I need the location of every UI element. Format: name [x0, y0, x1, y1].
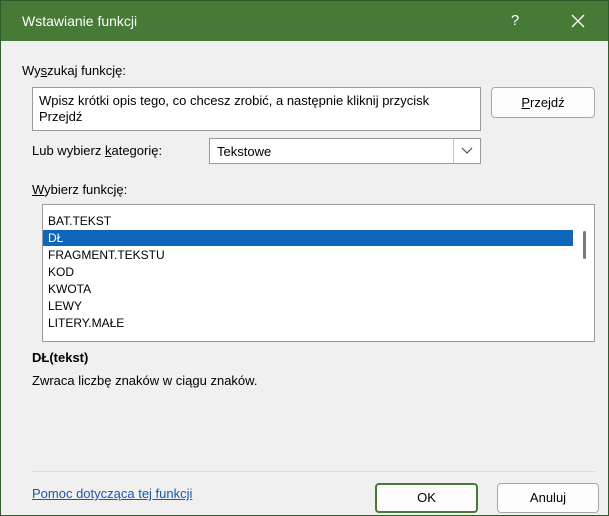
help-icon: ?: [510, 12, 520, 29]
chevron-down-icon: [461, 147, 473, 154]
insert-function-dialog: Wstawianie funkcji ? Wyszukaj funkcję: W…: [0, 0, 609, 516]
close-icon: [571, 14, 585, 28]
list-item[interactable]: FRAGMENT.TEKSTU: [43, 247, 573, 263]
list-item[interactable]: BAT.TEKST: [43, 213, 573, 229]
help-button[interactable]: ?: [495, 1, 535, 41]
cancel-button[interactable]: Anuluj: [497, 483, 599, 513]
function-description: Zwraca liczbę znaków w ciągu znaków.: [32, 373, 258, 388]
scrollbar-thumb[interactable]: [583, 231, 586, 259]
category-selected-value: Tekstowe: [217, 144, 272, 159]
list-item[interactable]: DŁ: [43, 230, 573, 246]
divider: [32, 471, 595, 472]
title-bar: Wstawianie funkcji ?: [1, 1, 608, 41]
search-label: Wyszukaj funkcję:: [22, 63, 126, 78]
close-button[interactable]: [555, 1, 601, 41]
functions-label: Wybierz funkcję:: [32, 182, 128, 197]
window-title: Wstawianie funkcji: [22, 13, 138, 29]
list-item[interactable]: LITERY.MAŁE: [43, 315, 573, 331]
go-button[interactable]: Przejdź: [491, 87, 595, 118]
search-input[interactable]: Wpisz krótki opis tego, co chcesz zrobić…: [32, 87, 481, 131]
list-item[interactable]: KWOTA: [43, 281, 573, 297]
dropdown-button[interactable]: [453, 139, 480, 163]
scrollbar[interactable]: [576, 205, 594, 341]
function-list[interactable]: BAT.TEKST DŁ FRAGMENT.TEKSTU KOD KWOTA LEWY LI…: [42, 204, 595, 342]
category-label: Lub wybierz kategorię:: [32, 143, 163, 158]
list-item[interactable]: LEWY: [43, 298, 573, 314]
list-item[interactable]: KOD: [43, 264, 573, 280]
function-signature: DŁ(tekst): [32, 350, 89, 365]
help-link[interactable]: Pomoc dotycząca tej funkcji: [32, 486, 192, 501]
category-select[interactable]: Tekstowe: [209, 138, 481, 164]
ok-button[interactable]: OK: [375, 483, 478, 513]
